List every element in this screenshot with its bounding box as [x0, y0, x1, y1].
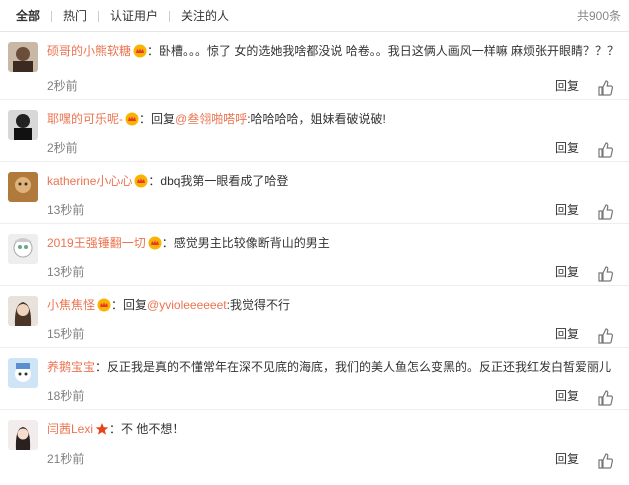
tab-divider: [169, 10, 171, 22]
comment-text: 感觉男主比较像断背山的男主: [173, 236, 330, 250]
star-icon: [95, 422, 109, 436]
tab-all[interactable]: 全部: [16, 9, 40, 23]
reply-button[interactable]: 回复: [555, 265, 579, 279]
avatar[interactable]: [8, 296, 38, 326]
comment-tabs-bar: 全部 热门 认证用户 关注的人 共900条: [0, 0, 629, 32]
reply-prefix: 回复: [151, 112, 176, 126]
vip-crown-icon: [148, 236, 162, 250]
reply-prefix: 回复: [123, 298, 148, 312]
comment-item: 小焦焦怪 ：回复@yvioleeeeeet:我觉得不行 15秒前 回复: [0, 286, 629, 348]
comment-list: 硕哥的小熊软糖 ：卧槽。。。惊了 女的选她我啥都没说 哈卷。。我日这俩人画风一样嘛…: [0, 32, 629, 472]
avatar[interactable]: [8, 358, 38, 388]
separator: ：: [95, 360, 108, 374]
comment-item: 耶嘿的可乐呢- ：回复@叁翎啪嗒呼:哈哈哈哈，姐妹看破说破! 2秒前 回复: [0, 100, 629, 162]
mention-link[interactable]: @叁翎啪嗒呼: [175, 112, 247, 126]
reply-button[interactable]: 回复: [555, 79, 579, 93]
separator: ：: [111, 298, 124, 312]
comment-line: 耶嘿的可乐呢- ：回复@叁翎啪嗒呼:哈哈哈哈，姐妹看破说破!: [47, 109, 621, 129]
avatar[interactable]: [8, 420, 38, 450]
username[interactable]: 闫茜Lexi: [47, 422, 93, 436]
reply-button[interactable]: 回复: [555, 203, 579, 217]
reply-button[interactable]: 回复: [555, 389, 579, 403]
username[interactable]: 硕哥的小熊软糖: [47, 44, 131, 58]
username[interactable]: 小焦焦怪: [47, 298, 95, 312]
comment-line: 养鹅宝宝：反正我是真的不懂常年在深不见底的海底，我们的美人鱼怎么变黑的。反正还我…: [47, 357, 621, 377]
comment-text: 不 他不想！: [121, 422, 185, 436]
separator: ：: [139, 112, 152, 126]
comment-line: 硕哥的小熊软糖 ：卧槽。。。惊了 女的选她我啥都没说 哈卷。。我日这俩人画风一样嘛…: [47, 41, 621, 61]
comment-time: 21秒前: [47, 452, 85, 466]
separator: ：: [109, 422, 122, 436]
comment-time: 2秒前: [47, 141, 78, 155]
thumbs-up-icon[interactable]: [597, 453, 614, 469]
avatar[interactable]: [8, 234, 38, 264]
comment-time: 2秒前: [47, 79, 78, 93]
comment-time: 13秒前: [47, 265, 85, 279]
separator: ：: [148, 174, 161, 188]
reply-button[interactable]: 回复: [555, 327, 579, 341]
tab-following[interactable]: 关注的人: [181, 9, 229, 23]
comment-tabs: 全部 热门 认证用户 关注的人: [16, 9, 229, 23]
avatar[interactable]: [8, 110, 38, 140]
comment-time: 15秒前: [47, 327, 85, 341]
avatar[interactable]: [8, 42, 38, 72]
comment-item: 闫茜Lexi ：不 他不想！ 21秒前 回复: [0, 410, 629, 472]
comment-item: katherine小心心 ：dbq我第一眼看成了哈登 13秒前 回复: [0, 162, 629, 224]
comment-time: 18秒前: [47, 389, 85, 403]
comment-total-count: 共900条: [576, 9, 621, 23]
vip-crown-icon: [134, 174, 148, 188]
tab-verified-users[interactable]: 认证用户: [110, 9, 158, 23]
username[interactable]: 养鹅宝宝: [47, 360, 95, 374]
comment-text: :哈哈哈哈，姐妹看破说破!: [247, 112, 386, 126]
vip-crown-icon: [133, 44, 147, 58]
avatar[interactable]: [8, 172, 38, 202]
comment-line: 小焦焦怪 ：回复@yvioleeeeeet:我觉得不行: [47, 295, 621, 315]
reply-button[interactable]: 回复: [555, 141, 579, 155]
mention-link[interactable]: @yvioleeeeeet: [147, 298, 227, 312]
thumbs-up-icon[interactable]: [597, 204, 614, 220]
comment-text: 卧槽。。。惊了 女的选她我啥都没说 哈卷。。我日这俩人画风一样嘛 麻烦张开眼睛？…: [159, 44, 620, 58]
reply-button[interactable]: 回复: [555, 452, 579, 466]
tab-divider: [98, 10, 100, 22]
thumbs-up-icon[interactable]: [597, 390, 614, 406]
separator: ：: [147, 44, 160, 58]
username[interactable]: katherine小心心: [47, 174, 132, 188]
comment-item: 养鹅宝宝：反正我是真的不懂常年在深不见底的海底，我们的美人鱼怎么变黑的。反正还我…: [0, 348, 629, 410]
thumbs-up-icon[interactable]: [597, 266, 614, 282]
tab-divider: [51, 10, 53, 22]
comment-text: dbq我第一眼看成了哈登: [160, 174, 289, 188]
comment-line: 闫茜Lexi ：不 他不想！: [47, 419, 621, 439]
separator: ：: [161, 236, 174, 250]
tab-hot[interactable]: 热门: [63, 9, 87, 23]
comment-text: 反正我是真的不懂常年在深不见底的海底，我们的美人鱼怎么变黑的。反正还我红发白皙爱…: [107, 360, 612, 374]
comment-item: 2019王强锤翻一切 ：感觉男主比较像断背山的男主 13秒前 回复: [0, 224, 629, 286]
thumbs-up-icon[interactable]: [597, 142, 614, 158]
comment-line: 2019王强锤翻一切 ：感觉男主比较像断背山的男主: [47, 233, 621, 253]
thumbs-up-icon[interactable]: [597, 328, 614, 344]
comment-item: 硕哥的小熊软糖 ：卧槽。。。惊了 女的选她我啥都没说 哈卷。。我日这俩人画风一样嘛…: [0, 32, 629, 100]
vip-crown-icon: [125, 112, 139, 126]
comment-text: :我觉得不行: [226, 298, 290, 312]
username[interactable]: 2019王强锤翻一切: [47, 236, 146, 250]
comment-line: katherine小心心 ：dbq我第一眼看成了哈登: [47, 171, 621, 191]
comment-time: 13秒前: [47, 203, 85, 217]
thumbs-up-icon[interactable]: [597, 80, 614, 96]
vip-crown-icon: [97, 298, 111, 312]
username[interactable]: 耶嘿的可乐呢-: [47, 112, 123, 126]
